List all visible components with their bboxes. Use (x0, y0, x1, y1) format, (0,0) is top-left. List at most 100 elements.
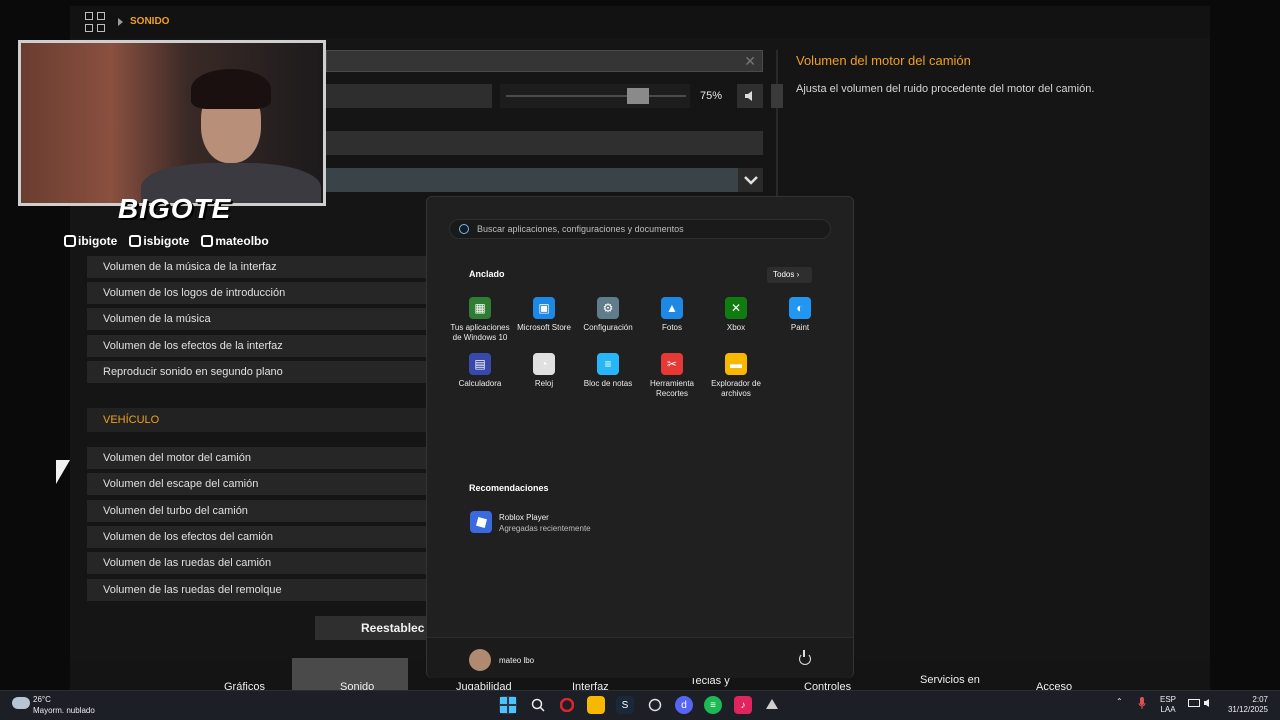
opera-icon[interactable] (558, 696, 576, 714)
setting-row[interactable]: Volumen de las ruedas del remolque (87, 579, 427, 601)
volume-icon[interactable] (1203, 698, 1215, 711)
taskbar: 26°C Mayorm. nublado S d ≡ ♪ ⌃ ESP LAA 2:… (0, 690, 1280, 720)
breadcrumb: SONIDO (130, 16, 170, 27)
windows-start-icon[interactable] (499, 696, 517, 714)
setting-row[interactable]: Volumen del escape del camión (87, 473, 427, 495)
speaker-icon (745, 91, 752, 101)
microphone-icon[interactable] (1138, 697, 1146, 712)
social-handles: ibigote isbigote mateolbo (64, 234, 269, 248)
app-label-line2: de Windows 10 (452, 333, 508, 342)
gear-icon: ⚙ (597, 297, 619, 319)
weather-desc[interactable]: Mayorm. nublado (33, 706, 95, 715)
pinned-app[interactable]: ✕ Xbox (704, 297, 768, 333)
scrollbar-thumb[interactable] (771, 84, 783, 108)
tiktok-icon[interactable]: ♪ (734, 696, 752, 714)
pinned-app[interactable]: ▤ Calculadora (448, 353, 512, 389)
cloud-icon[interactable] (12, 697, 30, 709)
store-icon: ▣ (533, 297, 555, 319)
weather-temp[interactable]: 26°C (33, 695, 51, 704)
clock[interactable]: 2:07 31/12/2025 (1224, 695, 1268, 715)
folder-icon[interactable] (587, 696, 605, 714)
pinned-app[interactable]: ▲ Fotos (640, 297, 704, 333)
streamer-hair (191, 69, 271, 109)
mouse-cursor-icon (56, 460, 70, 484)
dropdown-toggle[interactable] (738, 168, 763, 192)
twitch-icon (64, 235, 76, 247)
instagram-handle: mateolbo (201, 234, 269, 248)
app-label: Xbox (726, 323, 746, 332)
search-icon (459, 224, 469, 234)
pinned-app[interactable]: ▬ Explorador de archivos (704, 353, 768, 399)
nav-online-services[interactable]: Servicios en (920, 674, 980, 686)
snipping-icon: ✂ (661, 353, 683, 375)
start-footer: mateo lbo (427, 637, 853, 678)
setting-row[interactable]: Volumen del motor del camión (87, 447, 427, 469)
pinned-app[interactable]: ▣ Microsoft Store (512, 297, 576, 333)
pinned-title: Anclado (469, 269, 505, 279)
reset-button[interactable]: Reestablec (315, 616, 427, 640)
clock-time: 2:07 (1252, 695, 1268, 704)
setting-dropdown[interactable] (326, 168, 738, 192)
tray-chevron-up-icon[interactable]: ⌃ (1116, 697, 1123, 707)
start-search-input[interactable]: Buscar aplicaciones, configuraciones y d… (449, 219, 831, 239)
setting-row[interactable]: Volumen del turbo del camión (87, 500, 427, 522)
spotify-icon[interactable]: ≡ (704, 696, 722, 714)
discord-icon[interactable]: d (675, 696, 693, 714)
app-label: Bloc de notas (583, 379, 633, 388)
user-name[interactable]: mateo lbo (499, 656, 534, 665)
app-label: Configuración (583, 323, 633, 332)
setting-row[interactable]: Volumen de los efectos de la interfaz (87, 335, 427, 357)
setting-row[interactable]: Volumen de la música de la interfaz (87, 256, 427, 278)
power-icon[interactable] (799, 650, 811, 665)
truck-game-icon[interactable] (763, 696, 781, 714)
chatgpt-icon[interactable] (646, 696, 664, 714)
roblox-icon[interactable] (470, 511, 492, 533)
settings-search-input[interactable]: ✕ (326, 50, 763, 72)
app-label-line2: Recortes (655, 389, 688, 398)
pinned-app[interactable]: ✂ Herramienta Recortes (640, 353, 704, 399)
app-label: Calculadora (458, 379, 502, 388)
network-icon[interactable] (1188, 699, 1200, 712)
help-title: Volumen del motor del camión (796, 53, 971, 68)
apps-grid-icon: ▦ (469, 297, 491, 319)
setting-field[interactable] (326, 131, 763, 155)
notepad-icon: ≡ (597, 353, 619, 375)
start-menu: Buscar aplicaciones, configuraciones y d… (426, 196, 854, 678)
pinned-app[interactable]: ▦ Tus aplicaciones de Windows 10 (448, 297, 512, 343)
app-label: Herramienta (649, 379, 694, 388)
chevron-down-icon (743, 176, 758, 185)
all-apps-button[interactable]: Todos › (767, 267, 812, 283)
pinned-app[interactable]: ◔ Reloj (512, 353, 576, 389)
setting-field (326, 84, 492, 108)
paint-icon: ◐ (789, 297, 811, 319)
recommended-item-name[interactable]: Roblox Player (499, 513, 549, 522)
mute-button[interactable] (737, 84, 763, 108)
search-icon[interactable] (529, 696, 547, 714)
photos-icon: ▲ (661, 297, 683, 319)
app-label: Microsoft Store (517, 323, 571, 332)
twitch-handle: ibigote (64, 234, 117, 248)
slider-value: 75% (700, 90, 723, 102)
calculator-icon: ▤ (469, 353, 491, 375)
breadcrumb-arrow-icon (118, 18, 123, 26)
slider-thumb[interactable] (627, 88, 649, 104)
menu-grid-icon[interactable] (85, 12, 105, 32)
scrollbar-track (776, 50, 778, 200)
pinned-app[interactable]: ⚙ Configuración (576, 297, 640, 333)
pinned-app[interactable]: ≡ Bloc de notas (576, 353, 640, 389)
pinned-app[interactable]: ◐ Paint (768, 297, 832, 333)
setting-row[interactable]: Volumen de los efectos del camión (87, 526, 427, 548)
clear-icon[interactable]: ✕ (744, 53, 756, 70)
setting-row[interactable]: Volumen de las ruedas del camión (87, 552, 427, 574)
tiktok-handle: isbigote (129, 234, 189, 248)
avatar[interactable] (469, 649, 491, 671)
app-label-line2: archivos (721, 389, 751, 398)
language-indicator[interactable]: ESP LAA (1160, 695, 1176, 715)
app-label: Fotos (661, 323, 682, 332)
steam-icon[interactable]: S (616, 696, 634, 714)
setting-row[interactable]: Reproducir sonido en segundo plano (87, 361, 427, 383)
app-label: Paint (790, 323, 810, 332)
recommended-item-subtitle: Agregadas recientemente (499, 524, 591, 533)
setting-row[interactable]: Volumen de los logos de introducción (87, 282, 427, 304)
setting-row[interactable]: Volumen de la música (87, 308, 427, 330)
